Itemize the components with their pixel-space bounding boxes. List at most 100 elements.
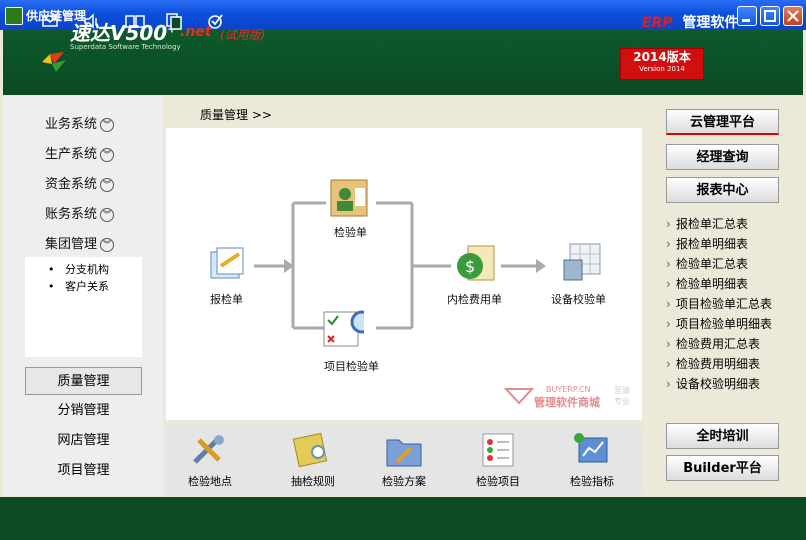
- indicator-icon: [574, 433, 608, 463]
- chevron-down-icon: ︾: [100, 178, 115, 192]
- check-circle-icon[interactable]: [206, 12, 224, 30]
- report-link[interactable]: › 项目检验单明细表: [666, 315, 772, 332]
- equipment-sheet-icon: [563, 243, 601, 281]
- close-icon: [787, 10, 799, 22]
- chevron-right-icon: ›: [666, 237, 671, 251]
- maximize-button[interactable]: [760, 6, 780, 26]
- chevron-right-icon: ›: [666, 337, 671, 351]
- chevron-down-icon: ︾: [100, 238, 115, 252]
- tool-sampling-rules[interactable]: [292, 432, 332, 471]
- documents-icon[interactable]: [165, 12, 183, 30]
- version-badge: 2014版本 Version 2014: [620, 48, 704, 80]
- chevron-right-icon: ›: [666, 357, 671, 371]
- flow-label-equipment-calibration: 设备校验单: [551, 293, 606, 306]
- tool-inspection-indicator[interactable]: [573, 432, 613, 471]
- subitem-label: 客户关系: [64, 280, 109, 293]
- manager-query-button[interactable]: 经理查询: [666, 144, 779, 170]
- report-link-label: 设备校验明细表: [676, 377, 761, 391]
- module-eshop-management[interactable]: 网店管理: [25, 427, 142, 455]
- notebook-icon: [292, 432, 328, 468]
- maximize-icon: [764, 10, 776, 22]
- report-link[interactable]: › 设备校验明细表: [666, 375, 760, 392]
- report-link-label: 项目检验单明细表: [676, 317, 773, 331]
- minimize-button[interactable]: [737, 6, 757, 26]
- documents-glyph: [166, 13, 182, 30]
- check-circle-glyph: [208, 14, 223, 29]
- subitem-branches[interactable]: • 分支机构: [48, 261, 109, 277]
- report-link[interactable]: › 检验单汇总表: [666, 255, 748, 272]
- chevron-right-icon: ›: [666, 317, 671, 331]
- chevron-right-icon: ›: [666, 377, 671, 391]
- checklist-icon: [482, 433, 514, 467]
- tool-inspection-plan[interactable]: [385, 432, 425, 471]
- chevron-right-icon: ›: [666, 277, 671, 291]
- nav-group-management[interactable]: 集团管理 ︾: [45, 233, 145, 253]
- module-project-management[interactable]: 项目管理: [25, 457, 142, 485]
- flow-node-project-inspection[interactable]: [320, 306, 378, 353]
- nav-business-system[interactable]: 业务系统 ︾: [45, 113, 145, 133]
- nav-production-system[interactable]: 生产系统 ︾: [45, 143, 145, 163]
- watermark-site: BUYERP.CN: [546, 385, 591, 394]
- nav-label: 集团管理: [45, 237, 98, 252]
- tools-icon: [193, 435, 224, 464]
- book-glyph: [125, 15, 145, 28]
- folder-tools-icon: [386, 439, 422, 467]
- chevron-right-icon: ›: [666, 297, 671, 311]
- tool-label: 检验方案: [382, 475, 426, 488]
- report-link[interactable]: › 项目检验单汇总表: [666, 295, 772, 312]
- module-distribution-management[interactable]: 分销管理: [25, 397, 142, 425]
- flow-node-inspection[interactable]: [327, 176, 371, 223]
- money-document-icon: $: [457, 245, 495, 281]
- app-icon: [5, 7, 23, 25]
- footer-brand: ERP 管理软件: [642, 12, 738, 32]
- report-link[interactable]: › 检验费用汇总表: [666, 335, 760, 352]
- flow-label-inspection: 检验单: [334, 226, 367, 239]
- report-center-button[interactable]: 报表中心: [666, 177, 779, 203]
- chevron-right-icon: ›: [666, 257, 671, 271]
- module-quality-management[interactable]: 质量管理: [25, 367, 142, 395]
- svg-text:$: $: [465, 257, 475, 276]
- mail-icon[interactable]: [41, 12, 59, 30]
- version-label: 2014版本: [633, 50, 691, 64]
- chevron-down-icon: ︾: [100, 208, 115, 222]
- logo-icon: [42, 52, 66, 72]
- report-link-label: 报检单汇总表: [676, 217, 749, 231]
- report-link[interactable]: › 检验费用明细表: [666, 355, 760, 372]
- version-sublabel: Version 2014: [639, 65, 685, 73]
- report-link[interactable]: › 检验单明细表: [666, 275, 748, 292]
- tool-inspection-location[interactable]: [189, 432, 229, 471]
- flow-label-project-inspection: 项目检验单: [324, 360, 379, 373]
- tool-label: 检验项目: [476, 475, 520, 488]
- cloud-platform-button[interactable]: 云管理平台: [666, 109, 779, 135]
- tool-label: 检验地点: [188, 475, 232, 488]
- report-form-icon: [210, 247, 244, 279]
- nav-label: 账务系统: [45, 207, 98, 222]
- flow-node-internal-fee[interactable]: $: [454, 242, 498, 289]
- report-link[interactable]: › 报检单明细表: [666, 235, 748, 252]
- mail-glyph: [42, 15, 58, 27]
- tool-label: 抽检规则: [291, 475, 335, 488]
- flow-label-internal-fee: 内检费用单: [447, 293, 502, 306]
- report-link-label: 项目检验单汇总表: [676, 297, 773, 311]
- report-link-label: 检验单明细表: [676, 277, 749, 291]
- nav-finance-system[interactable]: 资金系统 ︾: [45, 173, 145, 193]
- book-icon[interactable]: [124, 12, 145, 30]
- tool-label: 检验指标: [570, 475, 614, 488]
- report-link-label: 检验费用明细表: [676, 357, 761, 371]
- flow-node-report[interactable]: [205, 242, 249, 289]
- watermark-tag2: 专业: [614, 397, 630, 406]
- tool-inspection-item[interactable]: [479, 432, 519, 471]
- subitem-crm[interactable]: • 客户关系: [48, 278, 109, 294]
- report-link[interactable]: › 报检单汇总表: [666, 215, 748, 232]
- training-button[interactable]: 全时培训: [666, 423, 779, 449]
- close-button[interactable]: [783, 6, 803, 26]
- speaker-glyph: [84, 13, 97, 29]
- minimize-icon: [742, 19, 750, 22]
- watermark-logo-icon: [504, 388, 534, 405]
- checklist-magnifier-icon: [323, 310, 378, 347]
- flow-node-equipment-calibration[interactable]: [560, 240, 604, 287]
- watermark-name: 管理软件商城: [534, 396, 600, 409]
- builder-platform-button[interactable]: Builder平台: [666, 455, 779, 481]
- speaker-icon[interactable]: [82, 12, 100, 30]
- nav-accounting-system[interactable]: 账务系统 ︾: [45, 203, 145, 223]
